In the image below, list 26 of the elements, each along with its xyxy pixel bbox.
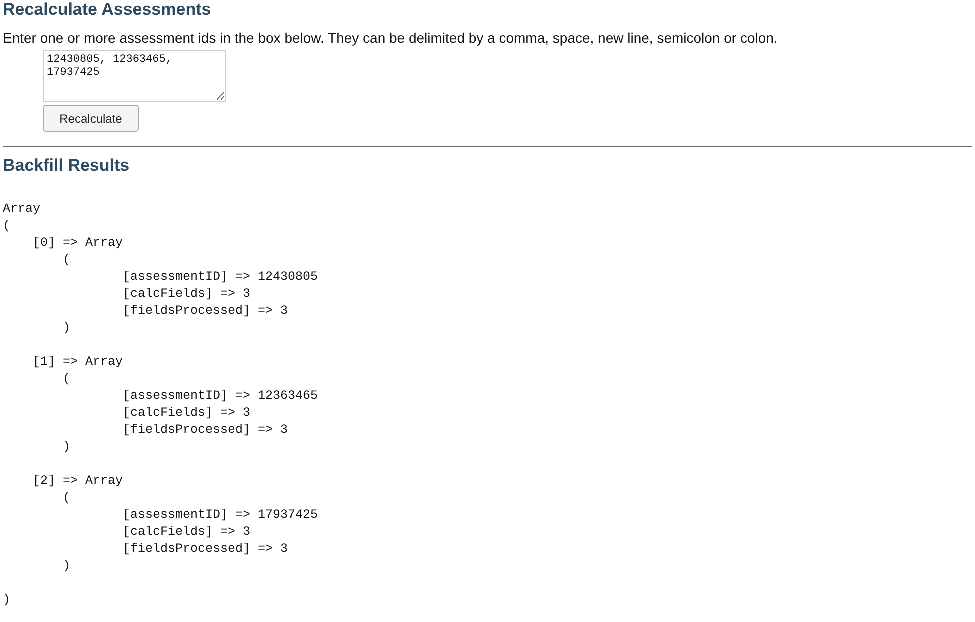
code-line: [2] => Array bbox=[32, 473, 124, 490]
section-heading: Backfill Results bbox=[3, 156, 131, 176]
code-line: Array bbox=[3, 201, 42, 218]
recalculate-button[interactable]: Recalculate bbox=[43, 105, 139, 132]
code-line: [assessmentID] => 12430805 bbox=[122, 269, 320, 286]
code-line: [assessmentID] => 12363465 bbox=[122, 388, 320, 405]
code-line: ) bbox=[3, 592, 12, 609]
code-line: ( bbox=[3, 218, 12, 235]
code-line: [fieldsProcessed] => 3 bbox=[122, 422, 290, 439]
code-line: [assessmentID] => 17937425 bbox=[122, 507, 320, 524]
code-line: ( bbox=[62, 371, 72, 388]
ids-input-field[interactable]: 12430805, 12363465, 17937425 bbox=[43, 50, 226, 102]
code-line: [calcFields] => 3 bbox=[122, 286, 252, 303]
instructions-text: Enter one or more assessment ids in the box below. They can be delimited by a comma, space, new line, semicolon or colon. bbox=[3, 29, 779, 47]
code-line: [0] => Array bbox=[32, 235, 124, 252]
code-line: [fieldsProcessed] => 3 bbox=[122, 541, 290, 558]
code-line: [calcFields] => 3 bbox=[122, 524, 252, 541]
code-line: [fieldsProcessed] => 3 bbox=[122, 303, 290, 320]
code-line: [calcFields] => 3 bbox=[122, 405, 252, 422]
code-line: ( bbox=[62, 490, 72, 507]
code-line: ) bbox=[62, 439, 72, 456]
code-line: ) bbox=[62, 558, 72, 575]
code-line: ( bbox=[62, 252, 72, 269]
section-heading: Recalculate Assessments bbox=[3, 0, 212, 20]
code-line: [1] => Array bbox=[32, 354, 124, 371]
code-line: ) bbox=[62, 320, 72, 337]
